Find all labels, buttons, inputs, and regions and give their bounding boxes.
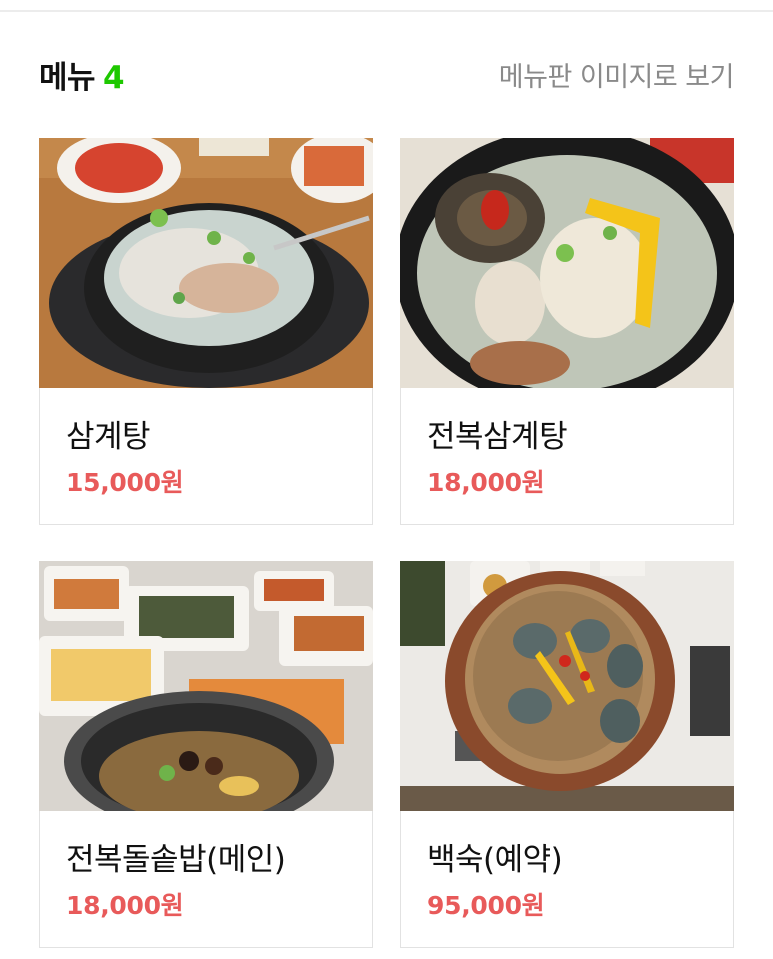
menu-header: 메뉴 4 메뉴판 이미지로 보기 [39,52,735,98]
menu-item-name: 전복삼계탕 [427,419,568,455]
menu-title-label: 메뉴 [39,60,96,96]
menu-item-info: 백숙(예약) 95,000원 [400,811,734,948]
menu-item-card[interactable]: 백숙(예약) 95,000원 [400,561,734,948]
menu-item-photo [400,561,734,811]
menu-item-name: 전복돌솥밥(메인) [66,842,286,878]
menu-item-price: 95,000원 [427,891,545,920]
menu-item-photo [400,138,734,388]
menu-item-name: 삼계탕 [66,419,151,455]
menu-section-title: 메뉴 4 [39,52,125,97]
menu-item-card[interactable]: 삼계탕 15,000원 [39,138,373,525]
menu-item-price: 18,000원 [427,468,545,497]
menu-item-name: 백숙(예약) [427,842,563,878]
view-menu-board-link[interactable]: 메뉴판 이미지로 보기 [499,55,735,94]
menu-item-photo [39,561,373,811]
menu-item-info: 삼계탕 15,000원 [39,388,373,525]
menu-item-price: 18,000원 [66,891,184,920]
menu-item-card[interactable]: 전복삼계탕 18,000원 [400,138,734,525]
menu-item-info: 전복삼계탕 18,000원 [400,388,734,525]
menu-item-card[interactable]: 전복돌솥밥(메인) 18,000원 [39,561,373,948]
menu-item-info: 전복돌솥밥(메인) 18,000원 [39,811,373,948]
menu-count: 4 [103,60,125,96]
menu-item-price: 15,000원 [66,468,184,497]
menu-item-photo [39,138,373,388]
top-divider [0,10,773,12]
